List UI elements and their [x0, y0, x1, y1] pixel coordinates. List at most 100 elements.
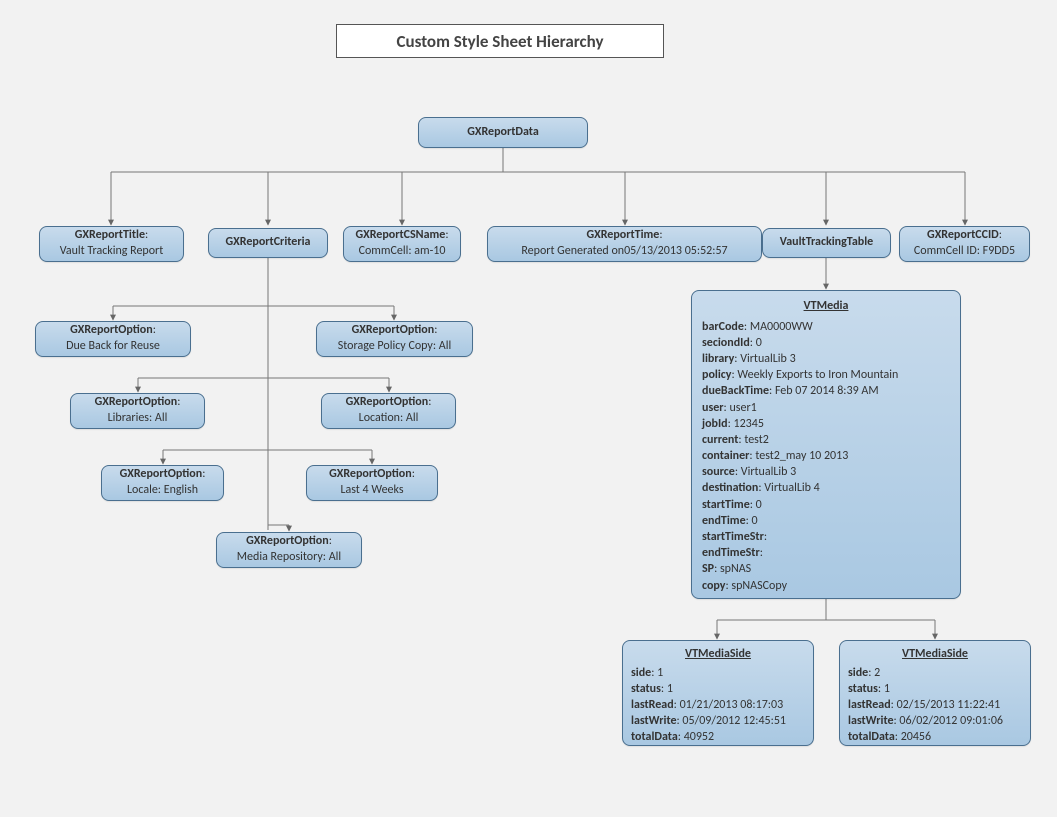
node-label: GXReportCSName: — [350, 228, 454, 244]
field-key: startTimeStr — [702, 530, 764, 544]
vtmedia-field: jobId: 12345 — [702, 416, 950, 432]
field-value: : 06/02/2012 09:01:06 — [894, 714, 1003, 728]
vtmediaside-field: lastRead: 01/21/2013 08:17:03 — [631, 697, 805, 713]
field-value: : 01/21/2013 08:17:03 — [674, 698, 783, 712]
node-value: CommCell ID: F9DD5 — [906, 244, 1023, 260]
node-value: Location: All — [328, 411, 449, 427]
field-value: : 0 — [746, 514, 758, 528]
vtmediaside-field: side: 1 — [631, 665, 805, 681]
node-vaulttrackingtable: VaultTrackingTable — [762, 228, 891, 258]
node-opt3a: GXReportOption: Locale: English — [101, 465, 224, 501]
vtmedia-field: endTime: 0 — [702, 513, 950, 529]
node-value: Media Repository: All — [223, 550, 355, 566]
field-key: policy — [702, 368, 732, 382]
vtmediaside-field: side: 2 — [848, 665, 1022, 681]
node-value: Storage Policy Copy: All — [323, 339, 466, 355]
node-reportcsname: GXReportCSName: CommCell: am-10 — [343, 226, 461, 262]
field-key: jobId — [702, 417, 728, 431]
field-key: status — [631, 682, 661, 696]
vtmedia-field: container: test2_may 10 2013 — [702, 448, 950, 464]
field-value: : 2 — [868, 666, 880, 680]
node-value: Due Back for Reuse — [42, 339, 184, 355]
field-value: : Weekly Exports to Iron Mountain — [732, 368, 899, 382]
diagram-title: Custom Style Sheet Hierarchy — [336, 24, 664, 58]
node-value: Report Generated on05/13/2013 05:52:57 — [494, 244, 755, 260]
node-opt2a: GXReportOption: Libraries: All — [70, 393, 205, 429]
field-key: user — [702, 401, 724, 415]
field-key: container — [702, 449, 749, 463]
node-reporttitle: GXReportTitle: Vault Tracking Report — [39, 226, 184, 262]
field-key: library — [702, 352, 734, 366]
vtmedia-field: startTime: 0 — [702, 497, 950, 513]
node-label: GXReportCCID: — [906, 228, 1023, 244]
field-value: : 40952 — [678, 730, 714, 744]
field-value: : VirtualLib 3 — [734, 352, 795, 366]
node-value: Last 4 Weeks — [313, 483, 431, 499]
field-value: : spNASCopy — [725, 579, 787, 593]
node-label: GXReportOption: — [313, 467, 431, 483]
node-vtmediaside-1: VTMediaSide side: 1status: 1lastRead: 01… — [622, 640, 814, 746]
node-value: Locale: English — [108, 483, 217, 499]
field-value: : 1 — [661, 682, 673, 696]
field-value: : user1 — [724, 401, 757, 415]
vtmedia-field: seciondId: 0 — [702, 335, 950, 351]
node-value: Libraries: All — [77, 411, 198, 427]
field-key: startTime — [702, 498, 750, 512]
vtmediaside-field: lastWrite: 05/09/2012 12:45:51 — [631, 713, 805, 729]
node-label: VaultTrackingTable — [769, 235, 884, 251]
field-key: side — [631, 666, 651, 680]
node-label: GXReportOption: — [223, 534, 355, 550]
field-value: : 20456 — [895, 730, 931, 744]
node-label: GXReportTitle: — [46, 228, 177, 244]
field-key: totalData — [631, 730, 678, 744]
field-key: SP — [702, 562, 714, 576]
field-key: lastWrite — [631, 714, 677, 728]
field-key: status — [848, 682, 878, 696]
field-value: : 02/15/2013 11:22:41 — [891, 698, 1000, 712]
field-key: copy — [702, 579, 725, 593]
node-value: Vault Tracking Report — [46, 244, 177, 260]
vtmedia-field: barCode: MA0000WW — [702, 319, 950, 335]
node-opt1b: GXReportOption: Storage Policy Copy: All — [316, 321, 473, 357]
vtmedia-field: copy: spNASCopy — [702, 578, 950, 594]
node-reportcriteria: GXReportCriteria — [208, 228, 328, 258]
vtmediaside-field: totalData: 20456 — [848, 729, 1022, 745]
field-value: : — [764, 530, 767, 544]
node-root-label: GXReportData — [425, 125, 581, 141]
vtmedia-field: policy: Weekly Exports to Iron Mountain — [702, 367, 950, 383]
node-label: GXReportTime: — [494, 228, 755, 244]
field-key: dueBackTime — [702, 384, 769, 398]
node-label: GXReportOption: — [42, 323, 184, 339]
node-root: GXReportData — [418, 117, 588, 148]
field-value: : — [760, 546, 763, 560]
vtmediaside-field: status: 1 — [848, 681, 1022, 697]
node-label: GXReportOption: — [328, 395, 449, 411]
field-value: : Feb 07 2014 8:39 AM — [769, 384, 879, 398]
field-value: : test2 — [738, 433, 768, 447]
node-vtmediaside-2: VTMediaSide side: 2status: 1lastRead: 02… — [839, 640, 1031, 746]
field-value: : test2_may 10 2013 — [749, 449, 848, 463]
field-key: endTimeStr — [702, 546, 760, 560]
field-key: current — [702, 433, 738, 447]
node-opt1a: GXReportOption: Due Back for Reuse — [35, 321, 191, 357]
node-opt2b: GXReportOption: Location: All — [321, 393, 456, 429]
field-value: : 1 — [651, 666, 663, 680]
vtmedia-field: startTimeStr: — [702, 529, 950, 545]
field-key: lastRead — [631, 698, 674, 712]
vtmedia-field: SP: spNAS — [702, 561, 950, 577]
vtmedia-field: endTimeStr: — [702, 545, 950, 561]
node-value: CommCell: am-10 — [350, 244, 454, 260]
vtmedia-field: source: VirtualLib 3 — [702, 464, 950, 480]
field-key: lastRead — [848, 698, 891, 712]
field-key: lastWrite — [848, 714, 894, 728]
field-value: : 05/09/2012 12:45:51 — [677, 714, 786, 728]
field-key: endTime — [702, 514, 746, 528]
node-opt4: GXReportOption: Media Repository: All — [216, 532, 362, 568]
field-value: : 0 — [750, 336, 762, 350]
node-label: GXReportOption: — [77, 395, 198, 411]
vtmedia-header: VTMedia — [702, 299, 950, 315]
field-value: : 1 — [878, 682, 890, 696]
vtmedia-field: current: test2 — [702, 432, 950, 448]
field-key: totalData — [848, 730, 895, 744]
vtmediaside-header: VTMediaSide — [848, 647, 1022, 663]
